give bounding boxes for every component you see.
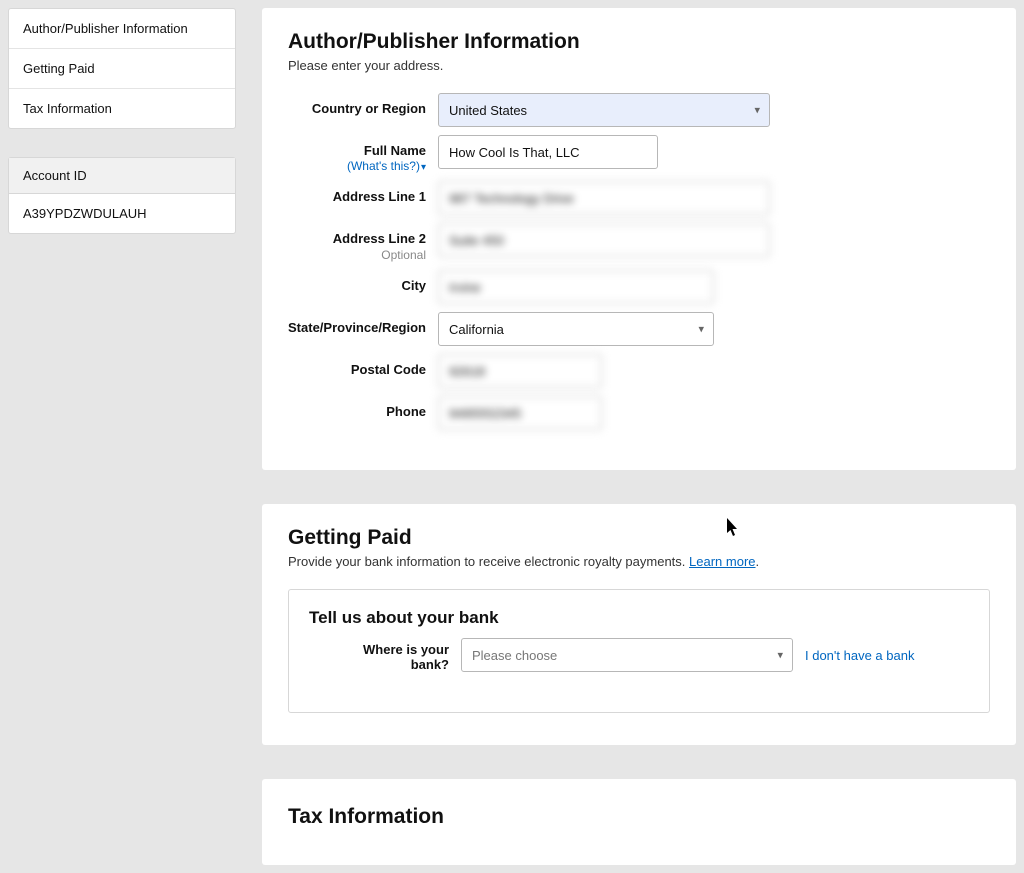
getting-paid-subtitle: Provide your bank information to receive… [288, 554, 689, 569]
author-publisher-title: Author/Publisher Information [288, 30, 990, 54]
label-full-name: Full Name [364, 143, 426, 158]
no-bank-link[interactable]: I don't have a bank [805, 648, 914, 663]
label-state: State/Province/Region [288, 312, 438, 335]
tax-information-panel: Tax Information [262, 779, 1016, 865]
label-phone: Phone [288, 396, 438, 419]
account-id-card: Account ID A39YPDZWDULAUH [8, 157, 236, 234]
sidebar-item-author-publisher[interactable]: Author/Publisher Information [9, 9, 235, 49]
label-postal: Postal Code [288, 354, 438, 377]
getting-paid-title: Getting Paid [288, 526, 990, 550]
full-name-input[interactable] [438, 135, 658, 169]
label-country: Country or Region [288, 93, 438, 116]
sidebar-item-tax-information[interactable]: Tax Information [9, 89, 235, 128]
city-input[interactable] [438, 270, 714, 304]
bank-location-select[interactable] [461, 638, 793, 672]
author-publisher-subtitle: Please enter your address. [288, 58, 990, 73]
learn-more-link[interactable]: Learn more [689, 554, 755, 569]
address-line-1-input[interactable] [438, 181, 770, 215]
getting-paid-panel: Getting Paid Provide your bank informati… [262, 504, 1016, 745]
state-select[interactable] [438, 312, 714, 346]
bank-section: Tell us about your bank Where is your ba… [288, 589, 990, 713]
country-select[interactable] [438, 93, 770, 127]
whats-this-link[interactable]: (What's this?)▾ [347, 159, 426, 173]
tax-information-title: Tax Information [288, 805, 990, 829]
postal-code-input[interactable] [438, 354, 602, 388]
bank-section-title: Tell us about your bank [309, 608, 969, 628]
author-publisher-panel: Author/Publisher Information Please ente… [262, 8, 1016, 470]
label-address2-optional: Optional [288, 248, 426, 262]
label-city: City [288, 270, 438, 293]
label-address2: Address Line 2 [333, 231, 426, 246]
sidebar-nav: Author/Publisher Information Getting Pai… [8, 8, 236, 129]
label-address1: Address Line 1 [288, 181, 438, 204]
chevron-down-icon: ▾ [421, 162, 426, 173]
address-line-2-input[interactable] [438, 223, 770, 257]
phone-input[interactable] [438, 396, 602, 430]
account-id-label: Account ID [9, 158, 235, 194]
label-where-bank: Where is your bank? [309, 638, 449, 672]
account-id-value: A39YPDZWDULAUH [9, 194, 235, 233]
sidebar-item-getting-paid[interactable]: Getting Paid [9, 49, 235, 89]
